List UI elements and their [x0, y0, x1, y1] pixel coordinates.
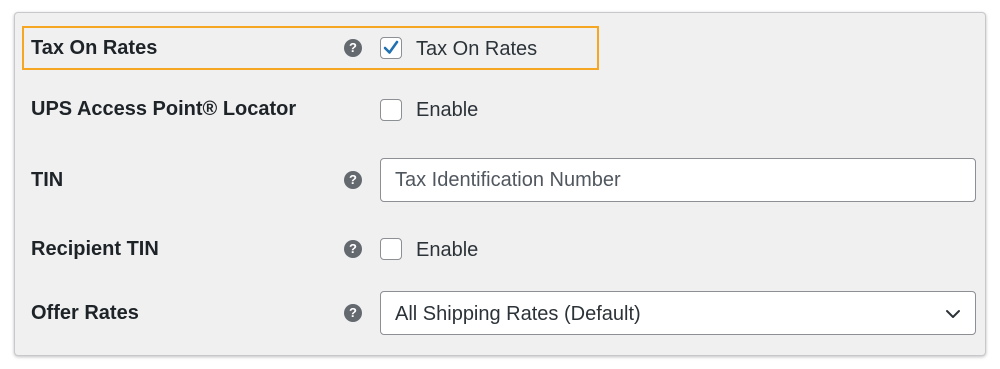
chevron-down-icon — [946, 310, 960, 318]
tax-on-rates-checkbox[interactable] — [380, 37, 402, 59]
tin-input[interactable] — [380, 158, 976, 202]
offer-rates-label: Offer Rates — [31, 302, 139, 324]
tax-on-rates-label: Tax On Rates — [31, 37, 158, 59]
checkmark-icon — [383, 40, 399, 54]
tax-on-rates-checkbox-label[interactable]: Tax On Rates — [416, 37, 537, 61]
recipient-tin-checkbox[interactable] — [380, 238, 402, 260]
help-icon[interactable]: ? — [344, 240, 362, 258]
tin-label: TIN — [31, 169, 64, 191]
ups-access-point-label: UPS Access Point® Locator — [31, 98, 297, 120]
offer-rates-select[interactable]: All Shipping Rates (Default) — [380, 291, 976, 335]
help-icon[interactable]: ? — [344, 171, 362, 189]
recipient-tin-checkbox-label[interactable]: Enable — [416, 238, 478, 262]
recipient-tin-label: Recipient TIN — [31, 238, 159, 260]
offer-rates-selected-value: All Shipping Rates (Default) — [395, 303, 641, 325]
ups-access-point-checkbox[interactable] — [380, 99, 402, 121]
help-icon[interactable]: ? — [344, 304, 362, 322]
help-icon[interactable]: ? — [344, 39, 362, 57]
ups-access-point-checkbox-label[interactable]: Enable — [416, 98, 478, 122]
